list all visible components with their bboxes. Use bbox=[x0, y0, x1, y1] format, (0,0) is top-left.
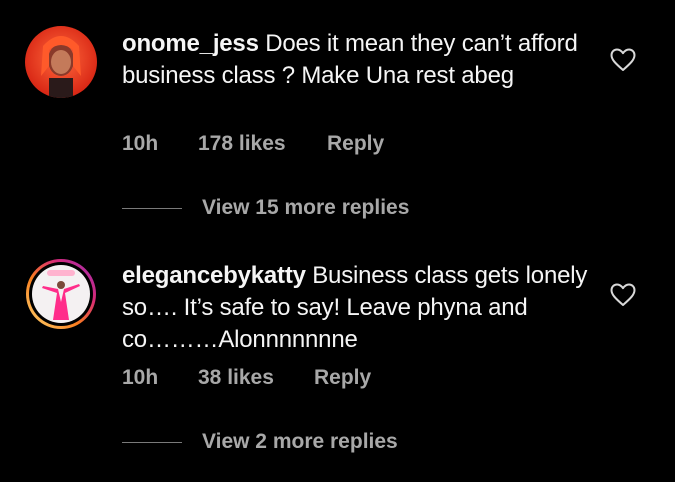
comment-username[interactable]: elegancebykatty bbox=[122, 262, 306, 289]
comment-text: onome_jess Does it mean they can’t affor… bbox=[122, 28, 592, 92]
heart-outline-icon bbox=[610, 48, 636, 71]
view-replies-label: View 15 more replies bbox=[202, 196, 410, 219]
avatar[interactable] bbox=[25, 26, 97, 98]
like-button[interactable] bbox=[610, 48, 636, 72]
heart-outline-icon bbox=[610, 283, 636, 306]
view-replies-button[interactable]: View 15 more replies bbox=[122, 196, 409, 220]
comment-meta: 10h 38 likes Reply bbox=[122, 366, 371, 390]
comment-time: 10h bbox=[122, 366, 159, 389]
comment-time: 10h bbox=[122, 132, 159, 155]
likes-count[interactable]: 178 likes bbox=[198, 132, 327, 156]
divider-line bbox=[122, 441, 182, 443]
like-button[interactable] bbox=[610, 283, 636, 307]
comment-username[interactable]: onome_jess bbox=[122, 30, 259, 57]
view-replies-button[interactable]: View 2 more replies bbox=[122, 430, 398, 454]
reply-button[interactable]: Reply bbox=[327, 132, 384, 156]
divider-line bbox=[122, 207, 182, 209]
comment-text: elegancebykatty Business class gets lone… bbox=[122, 260, 592, 356]
view-replies-label: View 2 more replies bbox=[202, 430, 398, 453]
likes-count[interactable]: 38 likes bbox=[198, 366, 314, 390]
comment-meta: 10h 178 likes Reply bbox=[122, 132, 384, 156]
avatar[interactable] bbox=[25, 258, 97, 330]
reply-button[interactable]: Reply bbox=[314, 366, 371, 390]
